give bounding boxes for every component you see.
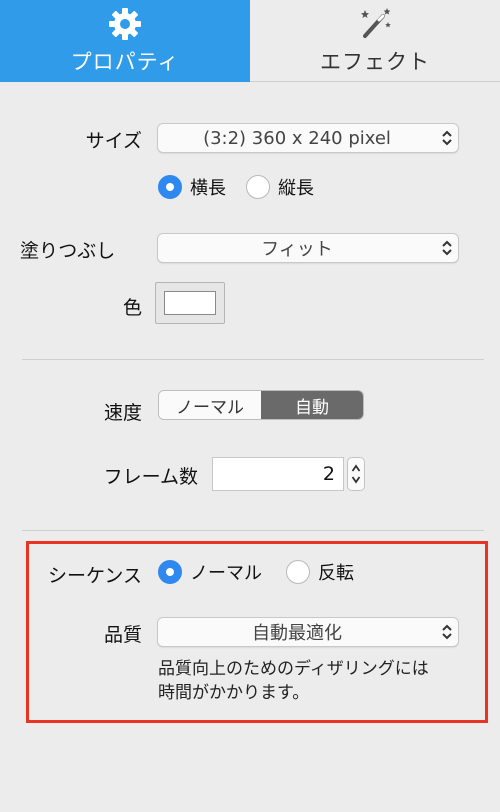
tab-effects-label: エフェクト (320, 50, 430, 74)
frames-input[interactable]: 2 (212, 457, 344, 491)
color-well-swatch (164, 291, 216, 315)
speed-auto-segment[interactable]: 自動 (261, 391, 363, 419)
speed-label: 速度 (103, 402, 142, 424)
chevron-updown-icon (436, 617, 458, 647)
gear-icon (0, 6, 250, 42)
magic-wand-icon (250, 6, 500, 42)
orientation-landscape-radio[interactable]: 横長 (158, 174, 226, 200)
quality-select[interactable]: 自動最適化 (157, 617, 459, 647)
sequence-normal-label: ノーマル (190, 563, 262, 584)
divider (22, 359, 484, 360)
frames-label: フレーム数 (103, 466, 198, 488)
radio-on-icon (158, 560, 182, 584)
orientation-landscape-label: 横長 (190, 178, 226, 199)
stepper-arrows-icon (351, 464, 361, 484)
radio-off-icon (286, 560, 310, 584)
orientation-portrait-radio[interactable]: 縦長 (246, 174, 314, 200)
color-label: 色 (122, 297, 142, 319)
divider (22, 530, 484, 531)
speed-normal-segment[interactable]: ノーマル (159, 391, 261, 419)
frames-stepper[interactable] (347, 457, 365, 491)
size-label: サイズ (85, 130, 142, 152)
size-select-value: (3:2) 360 x 240 pixel (203, 127, 391, 149)
tab-effects[interactable]: エフェクト (250, 0, 500, 82)
chevron-updown-icon (436, 233, 458, 263)
tab-bar: プロパティ エフェクト (0, 0, 500, 82)
sequence-reverse-radio[interactable]: 反転 (286, 559, 354, 585)
tab-properties-label: プロパティ (70, 50, 180, 74)
fill-select-value: フィット (261, 239, 333, 260)
quality-label: 品質 (103, 624, 142, 646)
radio-on-icon (158, 175, 182, 199)
radio-off-icon (246, 175, 270, 199)
chevron-updown-icon (436, 123, 458, 153)
speed-segmented-control[interactable]: ノーマル 自動 (158, 390, 364, 420)
sequence-normal-radio[interactable]: ノーマル (158, 559, 262, 585)
quality-note: 品質向上のためのディザリングには 時間がかかります。 (158, 659, 429, 703)
tab-properties[interactable]: プロパティ (0, 0, 250, 82)
fill-label: 塗りつぶし (20, 240, 116, 262)
sequence-reverse-label: 反転 (318, 563, 354, 584)
quality-select-value: 自動最適化 (252, 623, 342, 644)
orientation-portrait-label: 縦長 (278, 178, 314, 199)
size-select[interactable]: (3:2) 360 x 240 pixel (157, 123, 459, 153)
sequence-label: シーケンス (47, 565, 142, 587)
color-well[interactable] (155, 282, 225, 324)
fill-select[interactable]: フィット (157, 233, 459, 263)
